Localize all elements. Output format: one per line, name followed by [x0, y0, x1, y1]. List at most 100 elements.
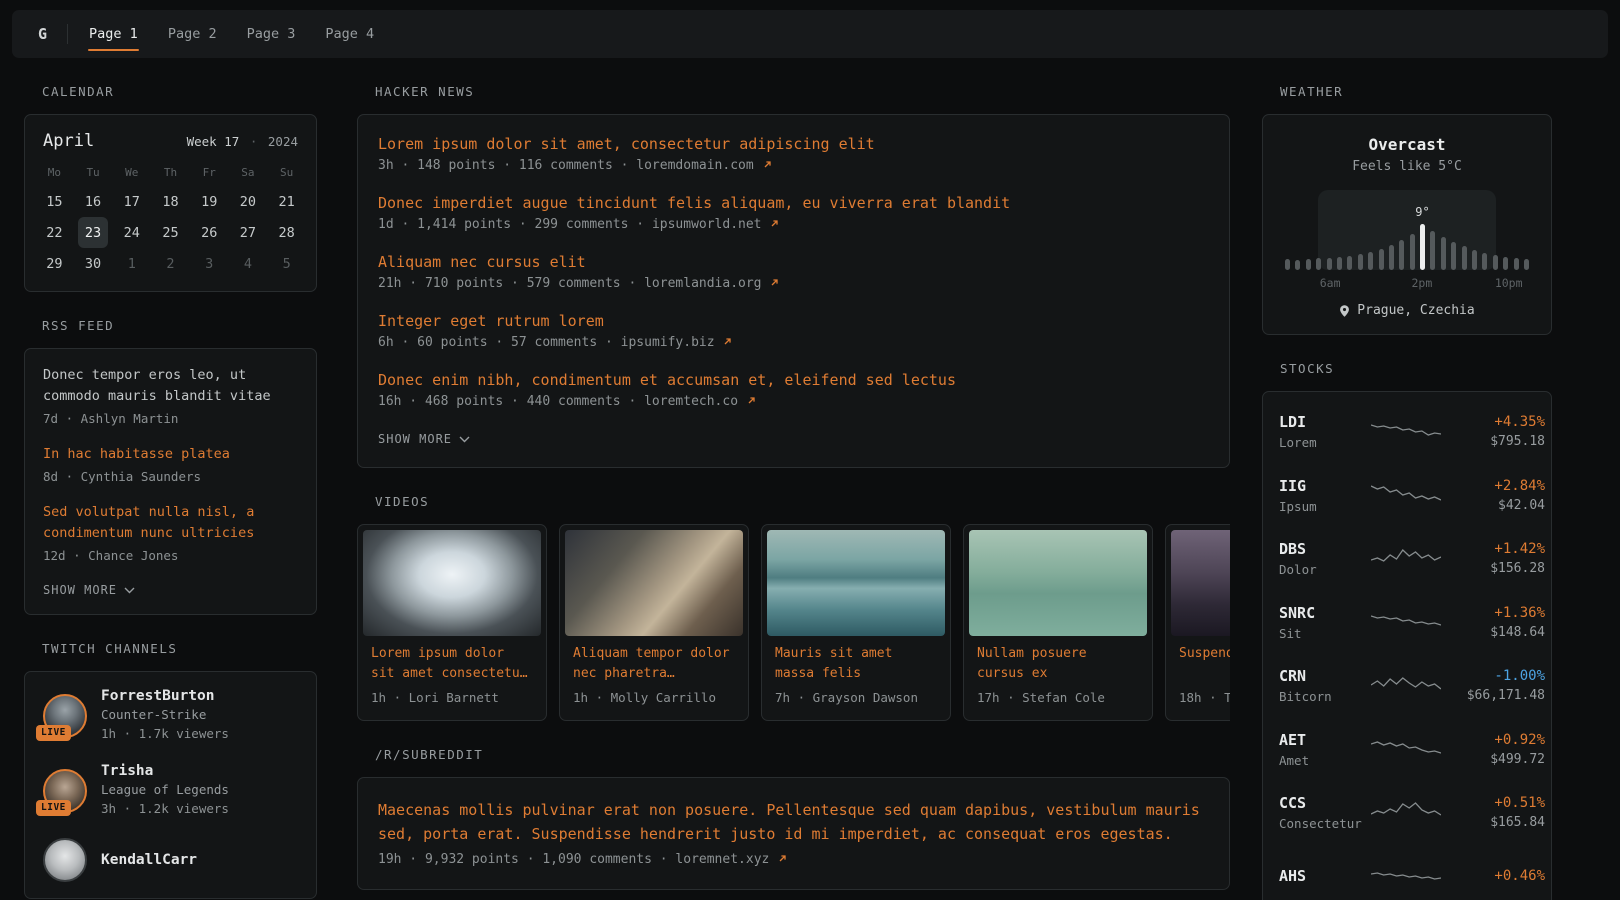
calendar-day[interactable]: 1: [112, 248, 151, 279]
tab-page-3[interactable]: Page 3: [246, 24, 297, 44]
weather-location: Prague, Czechia: [1277, 303, 1537, 318]
hn-item-domain[interactable]: ipsumify.biz: [621, 335, 715, 350]
weather-hour-bar: [1462, 246, 1467, 270]
video-title[interactable]: Mauris sit amet massa felis: [775, 644, 937, 684]
calendar-day[interactable]: 22: [35, 217, 74, 248]
calendar-day[interactable]: 18: [151, 186, 190, 217]
calendar-day[interactable]: 17: [112, 186, 151, 217]
video-title[interactable]: Suspendisse diam: [1179, 644, 1230, 684]
calendar-day[interactable]: 20: [229, 186, 268, 217]
video-card[interactable]: Suspendisse diam 18h · Tara: [1165, 524, 1230, 721]
weather-bars: [1285, 224, 1529, 270]
subreddit-post-meta: 19h · 9,932 points · 1,090 comments · lo…: [378, 851, 1209, 869]
twitch-channels-widget: LIVEForrestBurtonCounter-Strike1h · 1.7k…: [24, 671, 317, 899]
hn-item: Donec imperdiet augue tincidunt felis al…: [378, 194, 1209, 234]
tab-page-4[interactable]: Page 4: [324, 24, 375, 44]
stock-change: +0.51%: [1441, 795, 1545, 811]
videos-section-title: VIDEOS: [375, 494, 1230, 509]
stock-row[interactable]: AETAmet+0.92%$499.72: [1279, 718, 1535, 782]
video-card[interactable]: Lorem ipsum dolor sit amet consectetu…1h…: [357, 524, 547, 721]
stock-row[interactable]: IIGIpsum+2.84%$42.04: [1279, 464, 1535, 528]
stock-sparkline-chart: [1371, 609, 1441, 635]
rss-show-more-button[interactable]: SHOW MORE: [43, 583, 135, 597]
stock-change: +4.35%: [1441, 414, 1545, 430]
calendar-day[interactable]: 16: [74, 186, 113, 217]
video-title[interactable]: Lorem ipsum dolor sit amet consectetu…: [371, 644, 533, 684]
rss-item-title[interactable]: Sed volutpat nulla nisl, a condimentum n…: [43, 502, 298, 544]
hn-item-domain[interactable]: loremdomain.com: [636, 158, 753, 173]
hacker-news-list: Lorem ipsum dolor sit amet, consectetur …: [378, 135, 1209, 411]
weather-widget: Overcast Feels like 5°C 9° 6am2pm10pm Pr…: [1262, 114, 1552, 335]
hn-item-domain[interactable]: loremlandia.org: [644, 276, 761, 291]
stock-row[interactable]: SNRCSit+1.36%$148.64: [1279, 591, 1535, 655]
calendar-day[interactable]: 25: [151, 217, 190, 248]
calendar-day[interactable]: 30: [74, 248, 113, 279]
hn-item-title[interactable]: Integer eget rutrum lorem: [378, 312, 1209, 330]
hn-item-title[interactable]: Donec enim nibh, condimentum et accumsan…: [378, 371, 1209, 389]
stock-id: CRNBitcorn: [1279, 667, 1371, 704]
stock-sparkline-chart: [1371, 419, 1441, 445]
twitch-channel[interactable]: LIVEForrestBurtonCounter-Strike1h · 1.7k…: [43, 688, 298, 743]
twitch-channel[interactable]: LIVETrishaLeague of Legends3h · 1.2k vie…: [43, 763, 298, 818]
video-title[interactable]: Aliquam tempor dolor nec pharetra…: [573, 644, 735, 684]
app-logo[interactable]: G: [34, 25, 51, 43]
calendar-day[interactable]: 3: [190, 248, 229, 279]
stock-values: +0.92%$499.72: [1441, 732, 1545, 767]
stock-row[interactable]: CCSConsectetur+0.51%$165.84: [1279, 781, 1535, 845]
subreddit-post-domain[interactable]: loremnet.xyz: [675, 852, 769, 867]
channel-name[interactable]: Trisha: [101, 763, 229, 779]
hacker-news-show-more-button[interactable]: SHOW MORE: [378, 432, 470, 446]
weather-hour-bar: [1327, 258, 1332, 270]
stock-row[interactable]: AHS+0.46%: [1279, 845, 1535, 900]
calendar-day[interactable]: 26: [190, 217, 229, 248]
twitch-channel[interactable]: KendallCarr: [43, 838, 298, 882]
rss-item-title[interactable]: In hac habitasse platea: [43, 444, 298, 465]
rss-item-meta: 8d · Cynthia Saunders: [43, 468, 298, 486]
calendar-day[interactable]: 24: [112, 217, 151, 248]
hacker-news-section-title: HACKER NEWS: [375, 84, 1230, 99]
video-card[interactable]: Nullam posuere cursus ex17h · Stefan Col…: [963, 524, 1153, 721]
stock-symbol: SNRC: [1279, 604, 1371, 622]
stock-row[interactable]: CRNBitcorn-1.00%$66,171.48: [1279, 654, 1535, 718]
hn-item-domain[interactable]: ipsumworld.net: [652, 217, 762, 232]
stock-row[interactable]: LDILorem+4.35%$795.18: [1279, 400, 1535, 464]
calendar-year: 2024: [268, 134, 298, 149]
hn-item-title[interactable]: Donec imperdiet augue tincidunt felis al…: [378, 194, 1209, 212]
video-thumbnail: [565, 530, 743, 636]
external-link-icon: [770, 219, 779, 228]
tab-page-1[interactable]: Page 1: [88, 24, 139, 44]
rss-item-title[interactable]: Donec tempor eros leo, ut commodo mauris…: [43, 365, 298, 407]
subreddit-post-title[interactable]: Maecenas mollis pulvinar erat non posuer…: [378, 798, 1209, 846]
weather-section: WEATHER Overcast Feels like 5°C 9° 6am2p…: [1262, 84, 1552, 335]
calendar-day[interactable]: 29: [35, 248, 74, 279]
weather-hour-bar: [1524, 259, 1529, 270]
video-title[interactable]: Nullam posuere cursus ex: [977, 644, 1139, 684]
calendar-day[interactable]: 28: [267, 217, 306, 248]
channel-name[interactable]: ForrestBurton: [101, 688, 229, 704]
calendar-day[interactable]: 4: [229, 248, 268, 279]
calendar-day[interactable]: 2: [151, 248, 190, 279]
tab-page-2[interactable]: Page 2: [167, 24, 218, 44]
stocks-widget: LDILorem+4.35%$795.18IIGIpsum+2.84%$42.0…: [1262, 391, 1552, 900]
dashboard: CALENDAR April Week 17 · 2024 MoTuWeThFr…: [0, 58, 1620, 900]
stock-id: CCSConsectetur: [1279, 794, 1371, 831]
hn-item-title[interactable]: Lorem ipsum dolor sit amet, consectetur …: [378, 135, 1209, 153]
stock-symbol: IIG: [1279, 477, 1371, 495]
calendar-day[interactable]: 19: [190, 186, 229, 217]
hn-item-domain[interactable]: loremtech.co: [644, 394, 738, 409]
video-card[interactable]: Mauris sit amet massa felis7h · Grayson …: [761, 524, 951, 721]
channel-category[interactable]: Counter-Strike: [101, 707, 229, 722]
calendar-day-today[interactable]: 23: [78, 217, 108, 248]
calendar-day[interactable]: 15: [35, 186, 74, 217]
hn-item-title[interactable]: Aliquam nec cursus elit: [378, 253, 1209, 271]
calendar-day[interactable]: 5: [267, 248, 306, 279]
channel-name[interactable]: KendallCarr: [101, 852, 197, 868]
video-card[interactable]: Aliquam tempor dolor nec pharetra…1h · M…: [559, 524, 749, 721]
stock-row[interactable]: DBSDolor+1.42%$156.28: [1279, 527, 1535, 591]
video-meta: 18h · Tara: [1179, 689, 1230, 707]
calendar-day[interactable]: 21: [267, 186, 306, 217]
channel-category[interactable]: League of Legends: [101, 782, 229, 797]
stock-price: $156.28: [1441, 561, 1545, 576]
stock-id: DBSDolor: [1279, 540, 1371, 577]
calendar-day[interactable]: 27: [229, 217, 268, 248]
